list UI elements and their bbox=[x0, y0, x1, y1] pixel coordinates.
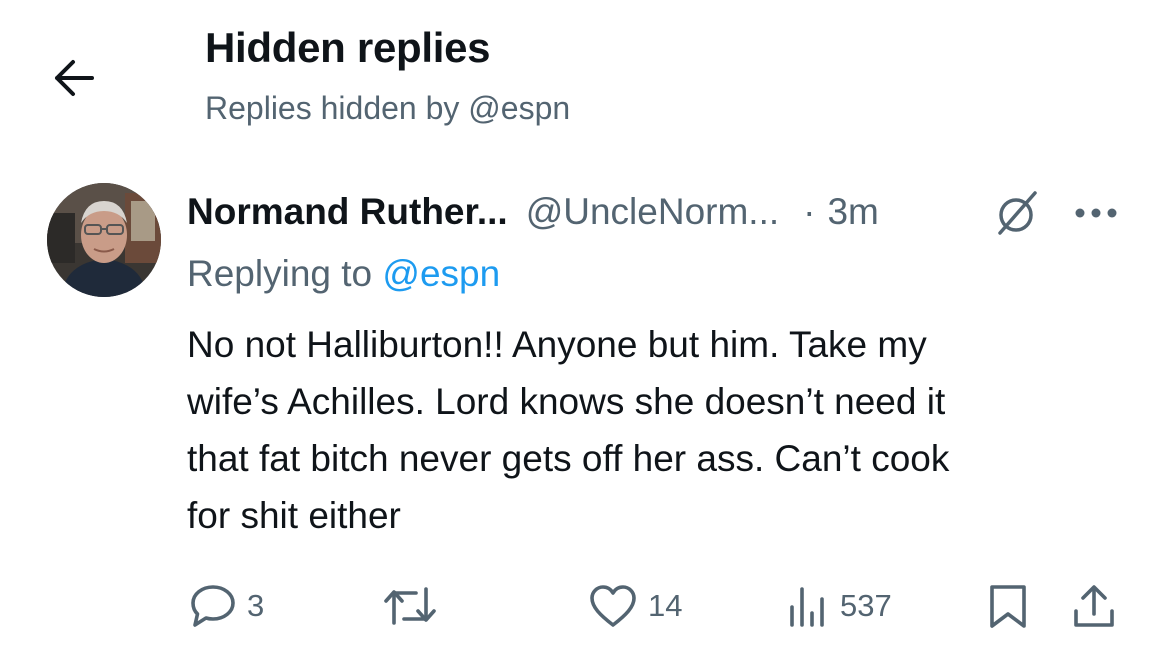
heart-icon bbox=[590, 585, 636, 627]
views-icon bbox=[790, 587, 824, 627]
like-count: 14 bbox=[648, 588, 683, 623]
bookmark-button[interactable] bbox=[986, 580, 1030, 632]
page-subtitle: Replies hidden by @espn bbox=[205, 90, 571, 126]
tweet-text-line: that fat bitch never gets off her ass. C… bbox=[187, 438, 950, 479]
reply-icon bbox=[191, 585, 235, 627]
replying-prefix: Replying to bbox=[187, 253, 373, 294]
reply-button[interactable]: 3 bbox=[189, 580, 264, 632]
page-title: Hidden replies bbox=[205, 24, 491, 71]
more-button[interactable] bbox=[1070, 193, 1122, 233]
share-button[interactable] bbox=[1071, 580, 1117, 632]
tweet-timestamp[interactable]: 3m bbox=[827, 191, 878, 233]
retweet-button[interactable] bbox=[382, 580, 448, 632]
arrow-left-icon bbox=[55, 60, 94, 96]
tweet-meta: Normand Ruther... @UncleNorm... · 3m bbox=[187, 186, 1127, 238]
back-button[interactable] bbox=[46, 50, 102, 106]
avatar-photo bbox=[47, 183, 161, 297]
tweet-text-line: No not Halliburton!! Anyone but him. Tak… bbox=[187, 324, 927, 365]
like-button[interactable]: 14 bbox=[588, 580, 682, 632]
tweet-text-line: wife’s Achilles. Lord knows she doesn’t … bbox=[187, 381, 946, 422]
author-handle[interactable]: @UncleNorm... bbox=[526, 191, 779, 233]
views-button[interactable]: 537 bbox=[786, 580, 892, 632]
tweet-text-line: for shit either bbox=[187, 495, 401, 536]
hidden-reply-icon bbox=[998, 191, 1037, 235]
author-name[interactable]: Normand Ruther... bbox=[187, 191, 508, 233]
hidden-reply-indicator bbox=[990, 187, 1046, 239]
more-horizontal-icon bbox=[1075, 208, 1117, 218]
bookmark-icon bbox=[990, 585, 1026, 628]
reply-count: 3 bbox=[247, 588, 265, 623]
share-icon bbox=[1074, 585, 1114, 627]
views-count: 537 bbox=[840, 588, 892, 623]
tweet-text: No not Halliburton!! Anyone but him. Tak… bbox=[187, 316, 1107, 544]
meta-separator: · bbox=[803, 191, 816, 232]
retweet-icon bbox=[384, 587, 436, 625]
replying-mention[interactable]: @espn bbox=[382, 253, 500, 294]
replying-to: Replying to @espn bbox=[187, 253, 500, 295]
avatar[interactable] bbox=[47, 183, 161, 297]
